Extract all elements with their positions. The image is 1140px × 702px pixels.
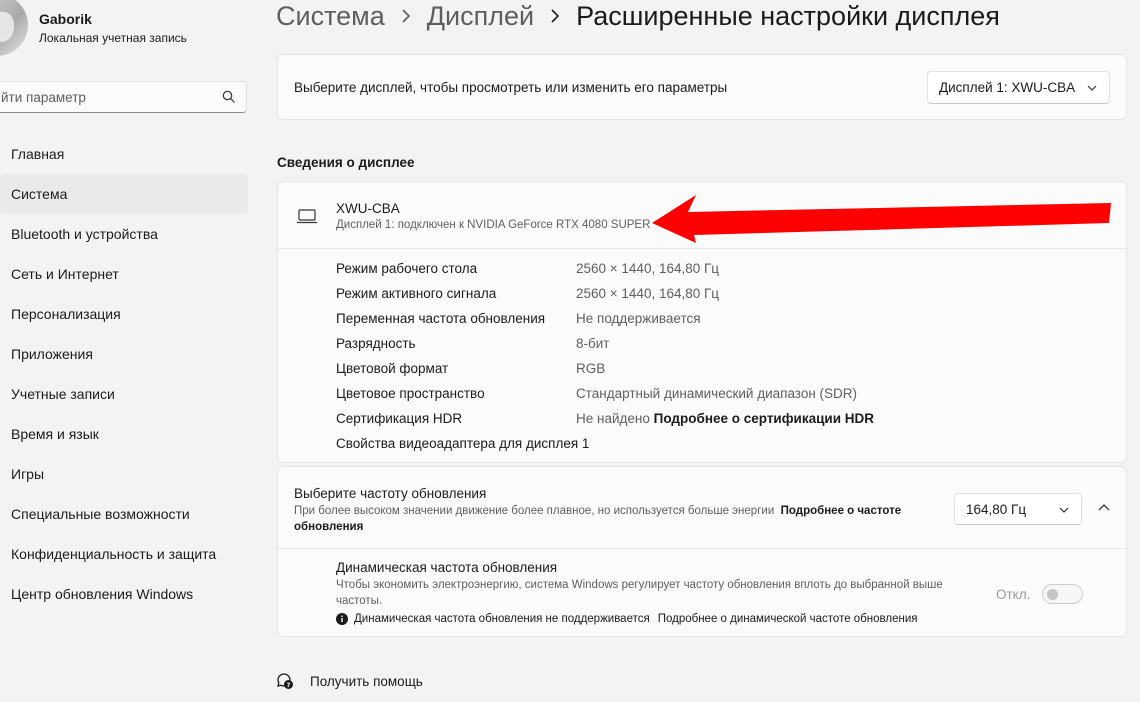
hdr-certification-link[interactable]: Подробнее о сертификации HDR bbox=[654, 411, 874, 426]
avatar bbox=[0, 0, 28, 56]
display-info-section-title: Сведения о дисплее bbox=[277, 155, 415, 170]
refresh-rate-card: Выберите частоту обновления При более вы… bbox=[277, 466, 1127, 637]
refresh-rate-dropdown[interactable]: 164,80 Гц bbox=[954, 493, 1082, 525]
refresh-rate-value: 164,80 Гц bbox=[966, 501, 1027, 517]
dynamic-refresh-note: Динамическая частота обновления не подде… bbox=[336, 613, 917, 625]
sidebar-item-accounts[interactable]: Учетные записи bbox=[0, 374, 248, 414]
refresh-rate-description: При более высоком значении движение боле… bbox=[294, 503, 944, 535]
adapter-properties-link[interactable]: Свойства видеоадаптера для дисплея 1 bbox=[336, 436, 589, 451]
page-title: Расширенные настройки дисплея bbox=[576, 0, 1000, 31]
display-dropdown[interactable]: Дисплей 1: XWU-CBA bbox=[927, 71, 1110, 104]
property-value: Не поддерживается bbox=[576, 311, 701, 326]
sidebar-item-time-language[interactable]: Время и язык bbox=[0, 414, 248, 454]
dynamic-refresh-unsupported: Динамическая частота обновления не подде… bbox=[354, 613, 650, 625]
chevron-up-icon[interactable] bbox=[1098, 503, 1110, 511]
toggle-state-label: Откл. bbox=[996, 587, 1031, 602]
sidebar-item-network[interactable]: Сеть и Интернет bbox=[0, 254, 248, 294]
get-help-link[interactable]: ? Получить помощь bbox=[276, 672, 423, 690]
display-name: XWU-CBA bbox=[336, 201, 400, 216]
property-value: Стандартный динамический диапазон (SDR) bbox=[576, 386, 858, 401]
property-row: Переменная частота обновления Не поддерж… bbox=[336, 309, 1116, 334]
monitor-icon bbox=[297, 209, 317, 224]
breadcrumb-display[interactable]: Дисплей bbox=[427, 1, 534, 32]
display-dropdown-value: Дисплей 1: XWU-CBA bbox=[939, 80, 1076, 95]
display-connection: Дисплей 1: подключен к NVIDIA GeForce RT… bbox=[336, 219, 651, 231]
display-select-card: Выберите дисплей, чтобы просмотреть или … bbox=[277, 54, 1127, 120]
profile-name: Gaborik bbox=[39, 11, 92, 27]
profile[interactable]: Gaborik Локальная учетная запись bbox=[0, 0, 260, 70]
property-value: RGB bbox=[576, 361, 606, 376]
dynamic-refresh-toggle[interactable] bbox=[1042, 584, 1083, 604]
property-row: Цветовое пространство Стандартный динами… bbox=[336, 384, 1116, 409]
chevron-down-icon bbox=[1087, 85, 1097, 91]
property-row: Разрядность 8-бит bbox=[336, 334, 1116, 359]
sidebar-item-home[interactable]: Главная bbox=[0, 134, 248, 174]
breadcrumb: Система Дисплей Расширенные настройки ди… bbox=[276, 0, 1000, 38]
sidebar-item-apps[interactable]: Приложения bbox=[0, 334, 248, 374]
svg-text:?: ? bbox=[287, 681, 291, 689]
property-label: Разрядность bbox=[336, 336, 416, 351]
sidebar-item-windows-update[interactable]: Центр обновления Windows bbox=[0, 574, 248, 614]
dynamic-refresh-learn-more-link[interactable]: Подробнее о динамической частоте обновле… bbox=[658, 613, 918, 625]
hdr-status: Не найдено bbox=[576, 411, 650, 426]
dynamic-refresh-title: Динамическая частота обновления bbox=[336, 560, 558, 575]
chevron-right-icon bbox=[551, 9, 560, 23]
refresh-rate-header: Выберите частоту обновления При более вы… bbox=[278, 467, 1126, 549]
display-properties: Режим рабочего стола 2560 × 1440, 164,80… bbox=[336, 259, 1116, 434]
chevron-down-icon bbox=[1059, 507, 1069, 513]
property-label: Режим рабочего стола bbox=[336, 261, 478, 276]
property-value: 2560 × 1440, 164,80 Гц bbox=[576, 286, 720, 301]
property-value: 8-бит bbox=[576, 336, 610, 351]
property-value: 2560 × 1440, 164,80 Гц bbox=[576, 261, 720, 276]
display-select-label: Выберите дисплей, чтобы просмотреть или … bbox=[294, 80, 728, 95]
property-label: Переменная частота обновления bbox=[336, 311, 546, 326]
breadcrumb-system[interactable]: Система bbox=[276, 1, 385, 32]
toggle-knob bbox=[1047, 589, 1058, 600]
property-value-hdr: Не найдено Подробнее о сертификации HDR bbox=[576, 411, 874, 426]
sidebar-item-privacy[interactable]: Конфиденциальность и защита bbox=[0, 534, 248, 574]
property-row: Режим рабочего стола 2560 × 1440, 164,80… bbox=[336, 259, 1116, 284]
sidebar: Gaborik Локальная учетная запись йти пар… bbox=[0, 0, 260, 702]
sidebar-item-personalization[interactable]: Персонализация bbox=[0, 294, 248, 334]
sidebar-item-accessibility[interactable]: Специальные возможности bbox=[0, 494, 248, 534]
property-row: Режим активного сигнала 2560 × 1440, 164… bbox=[336, 284, 1116, 309]
property-row: Цветовой формат RGB bbox=[336, 359, 1116, 384]
info-icon bbox=[336, 613, 348, 625]
sidebar-item-gaming[interactable]: Игры bbox=[0, 454, 248, 494]
property-label: Цветовое пространство bbox=[336, 386, 485, 401]
help-chat-icon: ? bbox=[277, 673, 293, 689]
annotation-arrow-icon bbox=[652, 195, 1111, 243]
search-placeholder: йти параметр bbox=[1, 90, 86, 105]
sidebar-nav: Главная Система Bluetooth и устройства С… bbox=[0, 134, 248, 614]
get-help-label: Получить помощь bbox=[310, 673, 423, 689]
refresh-rate-desc-text: При более высоком значении движение боле… bbox=[294, 505, 775, 517]
sidebar-item-system[interactable]: Система bbox=[0, 174, 248, 214]
refresh-rate-title: Выберите частоту обновления bbox=[294, 486, 487, 501]
profile-account-type: Локальная учетная запись bbox=[39, 31, 187, 45]
search-icon[interactable] bbox=[222, 90, 236, 104]
dynamic-refresh-description: Чтобы экономить электроэнергию, система … bbox=[336, 579, 943, 607]
search-input[interactable]: йти параметр bbox=[0, 81, 247, 113]
property-label: Режим активного сигнала bbox=[336, 286, 497, 301]
property-row: Сертификация HDR Не найдено Подробнее о … bbox=[336, 409, 1116, 434]
property-label: Сертификация HDR bbox=[336, 411, 463, 426]
property-label: Цветовой формат bbox=[336, 361, 449, 376]
sidebar-item-bluetooth[interactable]: Bluetooth и устройства bbox=[0, 214, 248, 254]
chevron-right-icon bbox=[402, 9, 410, 23]
